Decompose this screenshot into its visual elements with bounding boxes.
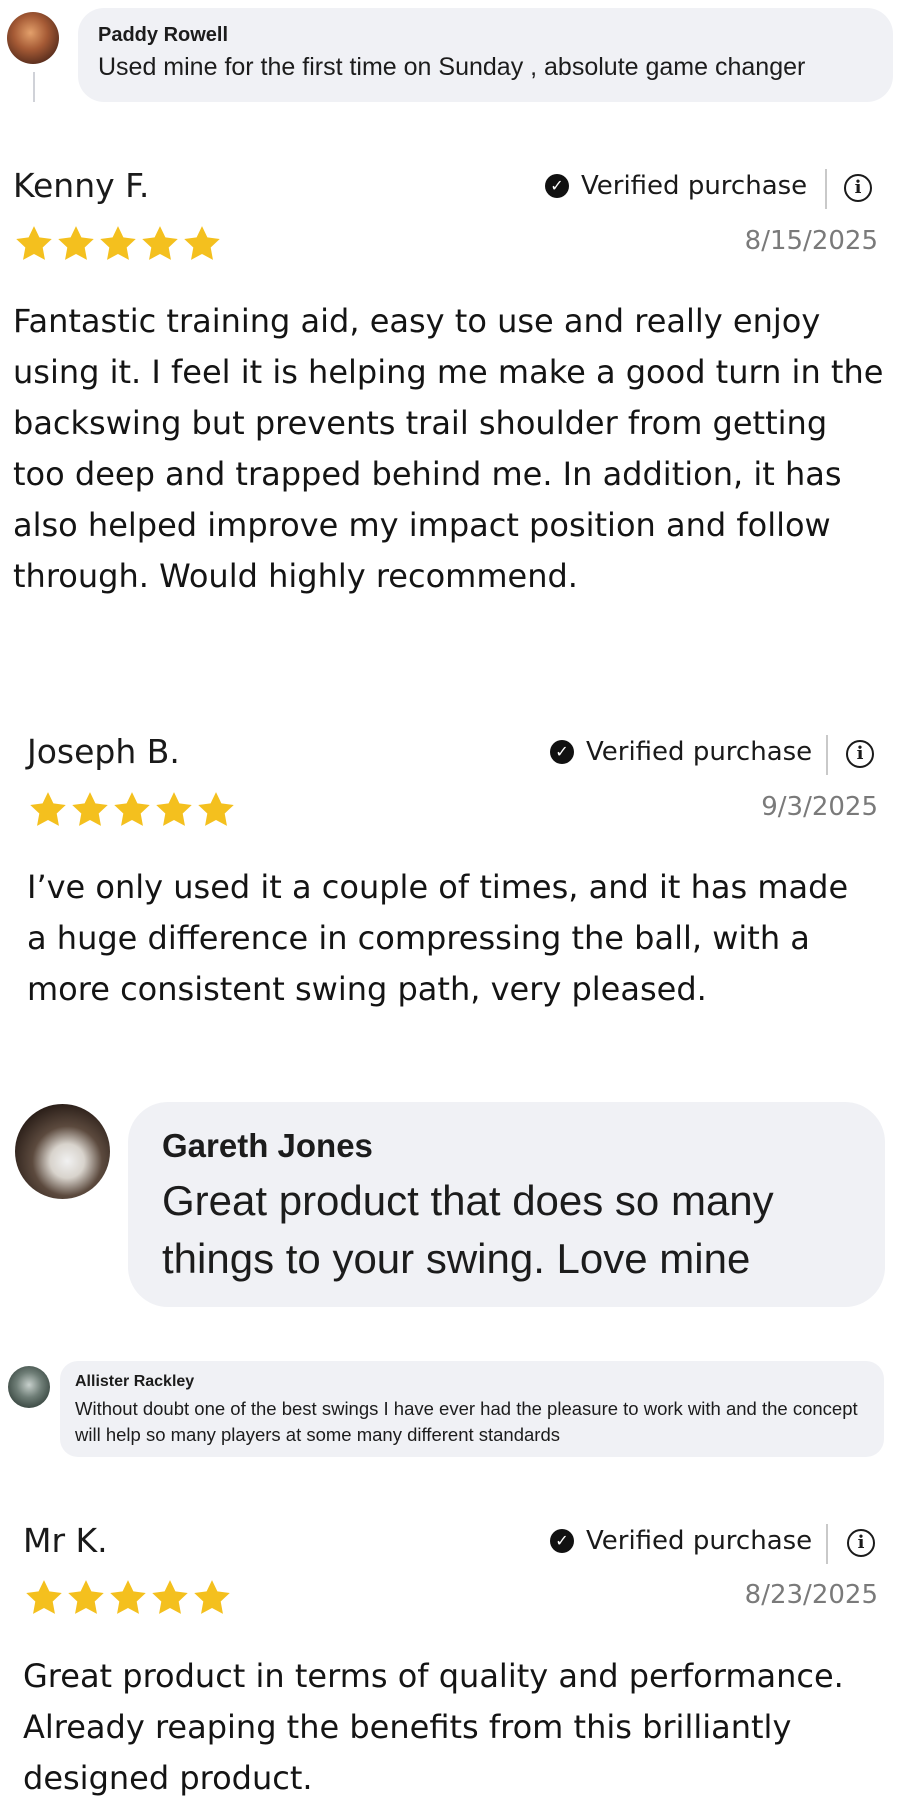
verified-badge: ✓ Verified purchase: [550, 737, 812, 767]
check-circle-icon: ✓: [550, 740, 574, 764]
star-icon: [26, 1580, 62, 1614]
avatar: [7, 12, 59, 64]
reviewer-name: Kenny F.: [13, 166, 150, 205]
review-text: Great product in terms of quality and pe…: [23, 1657, 844, 1797]
comment-author: Allister Rackley: [75, 1373, 195, 1390]
star-icon: [198, 792, 234, 826]
star-icon: [152, 1580, 188, 1614]
verified-label: Verified purchase: [586, 1526, 813, 1556]
review-date: 9/3/2025: [761, 792, 878, 822]
star-icon: [100, 226, 136, 260]
verified-badge: ✓ Verified purchase: [550, 1526, 812, 1556]
reviewer-name: Joseph B.: [27, 732, 180, 771]
star-icon: [194, 1580, 230, 1614]
review-date: 8/15/2025: [744, 226, 878, 256]
comment-author: Paddy Rowell: [98, 24, 229, 46]
divider: [825, 169, 827, 209]
reviewer-name: Mr K.: [23, 1521, 108, 1560]
comment-text: Great product that does so many things t…: [162, 1177, 774, 1282]
thread-line: [33, 72, 35, 102]
review-text: I’ve only used it a couple of times, and…: [27, 868, 849, 1008]
star-icon: [58, 226, 94, 260]
star-icon: [16, 226, 52, 260]
review-text: Fantastic training aid, easy to use and …: [13, 302, 884, 595]
star-icon: [110, 1580, 146, 1614]
star-icon: [156, 792, 192, 826]
star-icon: [30, 792, 66, 826]
divider: [826, 1524, 828, 1564]
comment-bubble: Allister Rackley Without doubt one of th…: [60, 1361, 884, 1457]
review-date: 8/23/2025: [744, 1580, 878, 1610]
info-icon[interactable]: i: [847, 1529, 875, 1557]
star-icon: [114, 792, 150, 826]
comment-bubble: Paddy Rowell Used mine for the first tim…: [78, 8, 893, 102]
comment-bubble: Gareth Jones Great product that does so …: [128, 1102, 885, 1307]
info-icon[interactable]: i: [846, 740, 874, 768]
star-rating: [23, 1577, 233, 1617]
star-icon: [184, 226, 220, 260]
comment-author: Gareth Jones: [162, 1127, 373, 1164]
verified-label: Verified purchase: [586, 737, 813, 767]
comment-text: Without doubt one of the best swings I h…: [75, 1398, 858, 1445]
star-rating: [27, 789, 237, 829]
star-rating: [13, 223, 223, 263]
check-circle-icon: ✓: [550, 1529, 574, 1553]
avatar: [15, 1104, 110, 1199]
verified-badge: ✓ Verified purchase: [545, 171, 807, 201]
comment-text: Used mine for the first time on Sunday ,…: [98, 53, 806, 81]
star-icon: [68, 1580, 104, 1614]
star-icon: [142, 226, 178, 260]
divider: [826, 735, 828, 775]
avatar: [8, 1366, 50, 1408]
info-icon[interactable]: i: [844, 174, 872, 202]
verified-label: Verified purchase: [581, 171, 808, 201]
check-circle-icon: ✓: [545, 174, 569, 198]
star-icon: [72, 792, 108, 826]
